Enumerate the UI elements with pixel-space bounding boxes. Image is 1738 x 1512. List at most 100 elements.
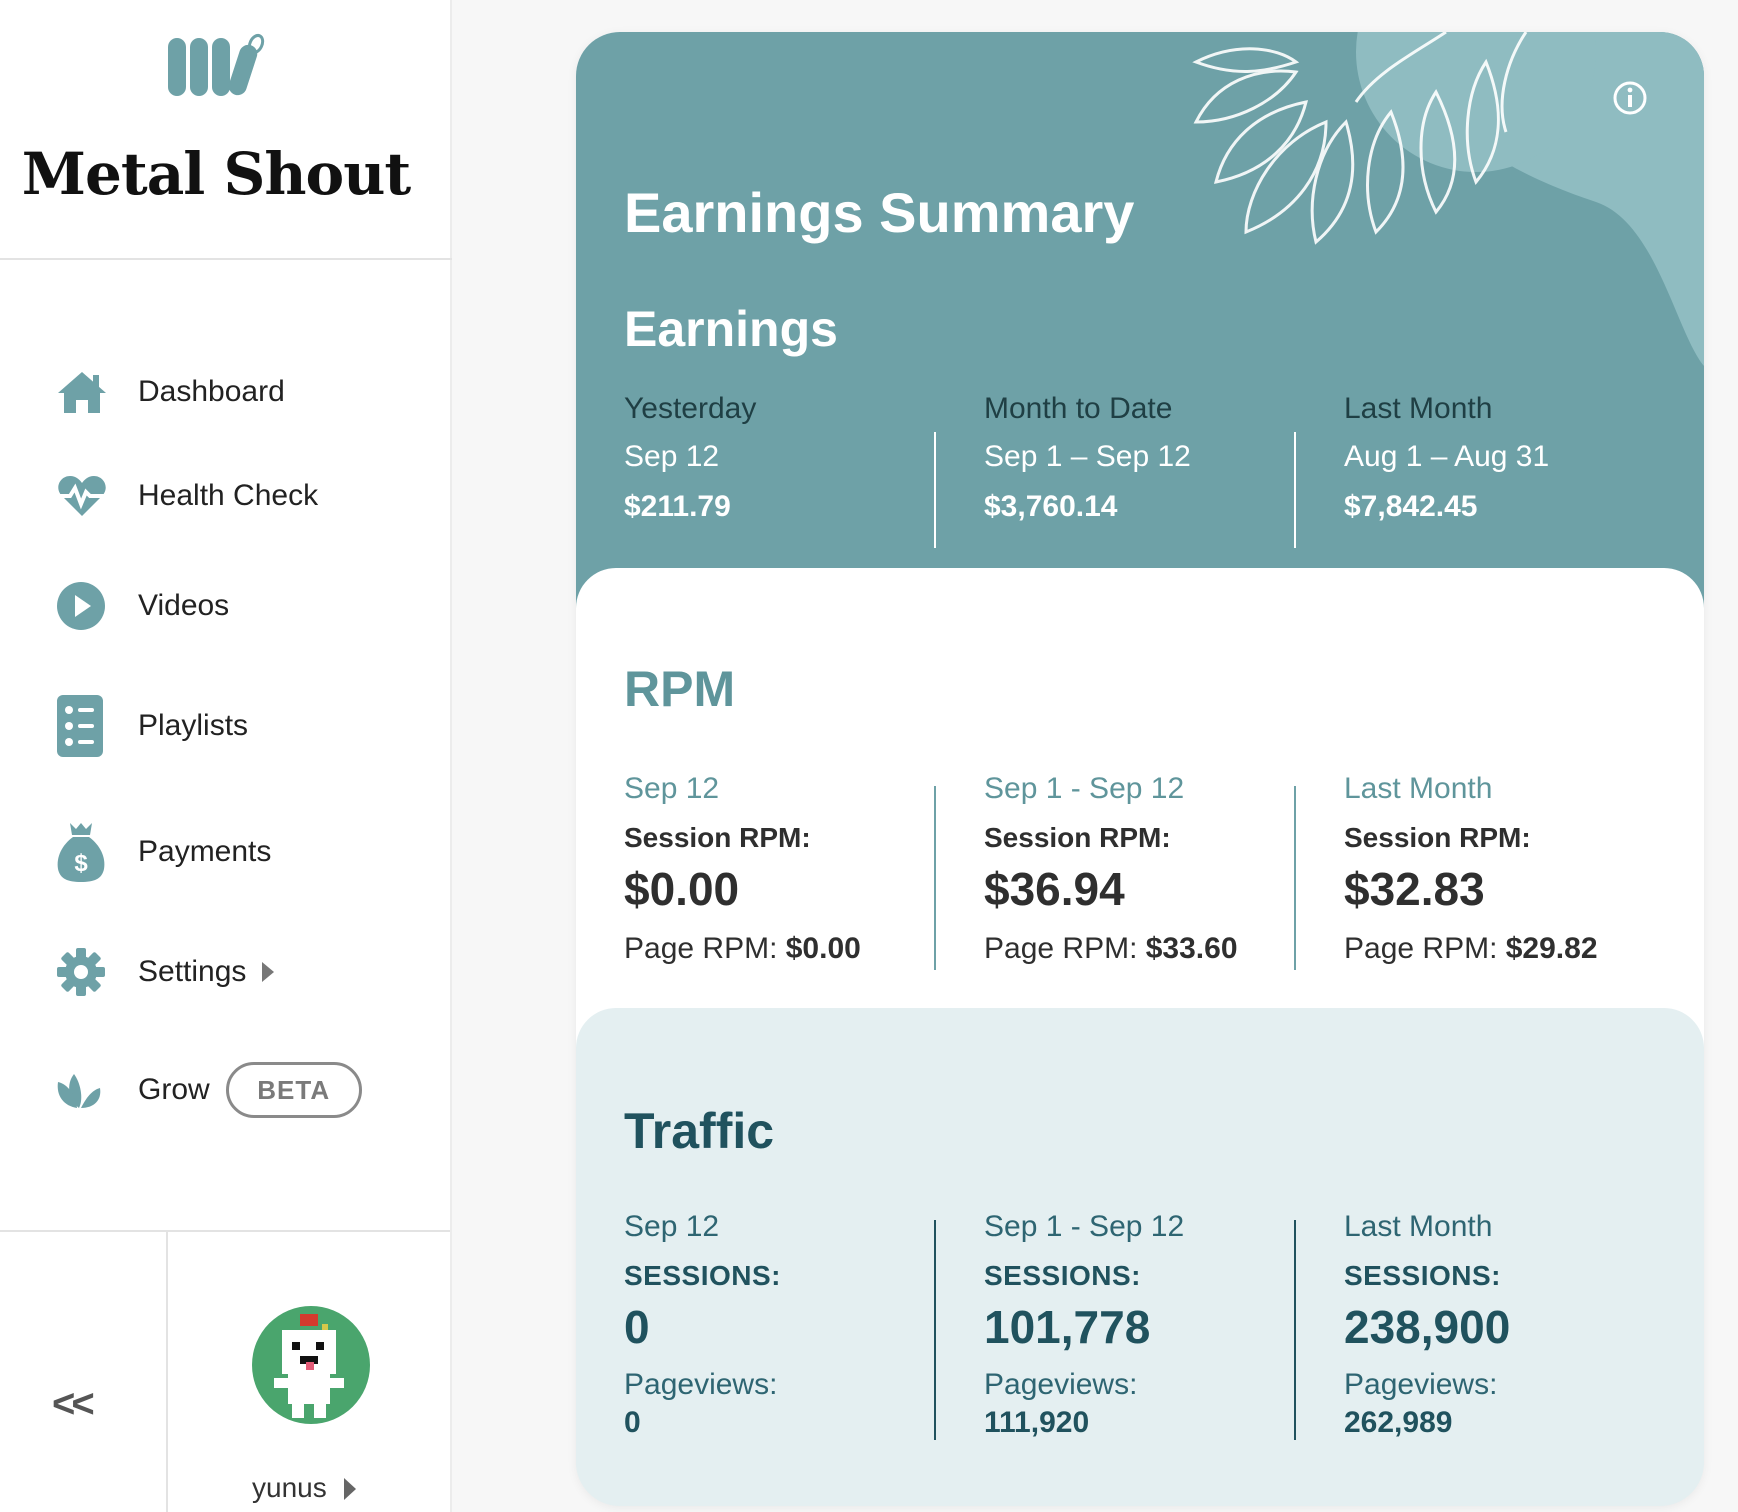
traffic-range: Sep 12: [624, 1210, 720, 1243]
sidebar-item-health-check[interactable]: Health Check: [56, 456, 436, 536]
column-divider: [1294, 432, 1296, 548]
home-icon: [56, 360, 112, 424]
info-icon[interactable]: [1612, 80, 1648, 116]
chevron-right-icon: [344, 1478, 356, 1500]
sidebar-item-label: Settings: [138, 955, 247, 988]
earnings-range: Sep 1 – Sep 12: [984, 440, 1191, 473]
session-rpm-label: Session RPM:: [984, 822, 1171, 853]
sidebar-item-label: Grow: [138, 1073, 210, 1106]
page-rpm: Page RPM: $0.00: [624, 932, 964, 966]
page-rpm-value: $0.00: [785, 932, 861, 965]
session-rpm-value: $0.00: [624, 863, 740, 915]
page-title: Earnings Summary: [624, 181, 1135, 244]
earnings-label: Month to Date: [984, 392, 1173, 425]
traffic-column: Last Month SESSIONS: 238,900 Pageviews: …: [1344, 1210, 1684, 1440]
earnings-column-yesterday: Yesterday Sep 12 $211.79: [624, 392, 964, 524]
sidebar-item-label: Dashboard: [138, 375, 285, 408]
sidebar-item-label: Payments: [138, 835, 272, 868]
brand-name: Metal Shout: [21, 140, 411, 208]
app-root: Metal Shout Dashboard Health Check Video…: [0, 0, 1738, 1512]
rpm-range: Last Month: [1344, 772, 1493, 805]
earnings-value: $3,760.14: [984, 490, 1118, 523]
rpm-column: Last Month Session RPM: $32.83 Page RPM:…: [1344, 772, 1684, 966]
money-bag-icon: $: [56, 820, 112, 884]
earnings-column-last-month: Last Month Aug 1 – Aug 31 $7,842.45: [1344, 392, 1684, 524]
heartbeat-icon: [56, 464, 112, 528]
pageviews-label: Pageviews:: [984, 1368, 1138, 1401]
earnings-range: Sep 12: [624, 440, 720, 473]
traffic-column: Sep 12 SESSIONS: 0 Pageviews: 0: [624, 1210, 964, 1440]
beta-badge: BETA: [225, 1062, 362, 1118]
sessions-label: SESSIONS:: [1344, 1260, 1501, 1291]
avatar[interactable]: [252, 1306, 370, 1424]
traffic-heading: Traffic: [624, 1103, 775, 1159]
page-rpm: Page RPM: $33.60: [984, 932, 1324, 966]
page-rpm-label: Page RPM:: [1344, 932, 1498, 965]
earnings-summary-card: Earnings Summary Earnings Yesterday Sep …: [576, 32, 1704, 1506]
pageviews-value: 0: [624, 1406, 641, 1439]
sidebar-item-videos[interactable]: Videos: [56, 566, 436, 646]
pageviews-label: Pageviews:: [1344, 1368, 1498, 1401]
pageviews-value: 111,920: [984, 1406, 1090, 1439]
play-circle-icon: [56, 574, 112, 638]
earnings-heading: Earnings: [624, 301, 838, 357]
earnings-value: $211.79: [624, 490, 731, 523]
collapse-cell: <<: [0, 1232, 168, 1512]
sidebar-item-label: Playlists: [138, 709, 249, 742]
rpm-column: Sep 1 - Sep 12 Session RPM: $36.94 Page …: [984, 772, 1324, 966]
traffic-range: Sep 1 - Sep 12: [984, 1210, 1185, 1243]
sidebar: Metal Shout Dashboard Health Check Video…: [0, 0, 452, 1512]
earnings-hero: Earnings Summary Earnings Yesterday Sep …: [576, 32, 1704, 632]
traffic-section: Traffic Sep 12 SESSIONS: 0 Pageviews: 0 …: [576, 1008, 1704, 1506]
column-divider: [934, 786, 936, 970]
session-rpm-label: Session RPM:: [624, 822, 811, 853]
earnings-range: Aug 1 – Aug 31: [1344, 440, 1550, 473]
page-rpm: Page RPM: $29.82: [1344, 932, 1684, 966]
chevron-right-icon: [262, 962, 275, 982]
sidebar-item-playlists[interactable]: Playlists: [56, 686, 436, 766]
sidebar-item-label: Videos: [138, 589, 230, 622]
collapse-sidebar-button[interactable]: <<: [52, 1382, 95, 1427]
lotus-icon: [56, 1058, 112, 1122]
sessions-value: 238,900: [1344, 1301, 1511, 1353]
svg-text:$: $: [74, 850, 88, 877]
sessions-label: SESSIONS:: [624, 1260, 781, 1291]
sidebar-item-payments[interactable]: $ Payments: [56, 812, 436, 892]
pixel-character-icon: [274, 1314, 344, 1418]
pageviews-label: Pageviews:: [624, 1368, 778, 1401]
sidebar-item-label: Health Check: [138, 479, 319, 512]
page-rpm-label: Page RPM:: [984, 932, 1138, 965]
sessions-label: SESSIONS:: [984, 1260, 1141, 1291]
traffic-column: Sep 1 - Sep 12 SESSIONS: 101,778 Pagevie…: [984, 1210, 1324, 1440]
rpm-range: Sep 12: [624, 772, 720, 805]
rpm-column: Sep 12 Session RPM: $0.00 Page RPM: $0.0…: [624, 772, 964, 966]
rpm-heading: RPM: [624, 661, 736, 717]
list-icon: [56, 694, 112, 758]
page-rpm-value: $29.82: [1505, 932, 1598, 965]
session-rpm-value: $32.83: [1344, 863, 1485, 915]
sidebar-footer: << yunus: [0, 1230, 450, 1512]
earnings-column-month-to-date: Month to Date Sep 1 – Sep 12 $3,760.14: [984, 392, 1324, 524]
sessions-value: 101,778: [984, 1301, 1151, 1353]
sidebar-item-grow[interactable]: Grow BETA: [56, 1050, 436, 1130]
earnings-value: $7,842.45: [1344, 490, 1478, 523]
page-rpm-label: Page RPM:: [624, 932, 778, 965]
user-name[interactable]: yunus: [252, 1472, 327, 1504]
earnings-label: Last Month: [1344, 392, 1493, 425]
brand-logo-icon: [168, 33, 265, 96]
earnings-label: Yesterday: [624, 392, 757, 425]
column-divider: [934, 432, 936, 548]
page-rpm-value: $33.60: [1145, 932, 1238, 965]
session-rpm-label: Session RPM:: [1344, 822, 1531, 853]
column-divider: [934, 1220, 936, 1440]
brand-header: Metal Shout: [0, 0, 452, 260]
gear-icon: [56, 940, 112, 1004]
column-divider: [1294, 1220, 1296, 1440]
rpm-range: Sep 1 - Sep 12: [984, 772, 1185, 805]
sidebar-item-dashboard[interactable]: Dashboard: [56, 352, 436, 432]
sessions-value: 0: [624, 1301, 650, 1353]
pageviews-value: 262,989: [1344, 1406, 1453, 1439]
sidebar-item-settings[interactable]: Settings: [56, 932, 436, 1012]
traffic-range: Last Month: [1344, 1210, 1493, 1243]
column-divider: [1294, 786, 1296, 970]
